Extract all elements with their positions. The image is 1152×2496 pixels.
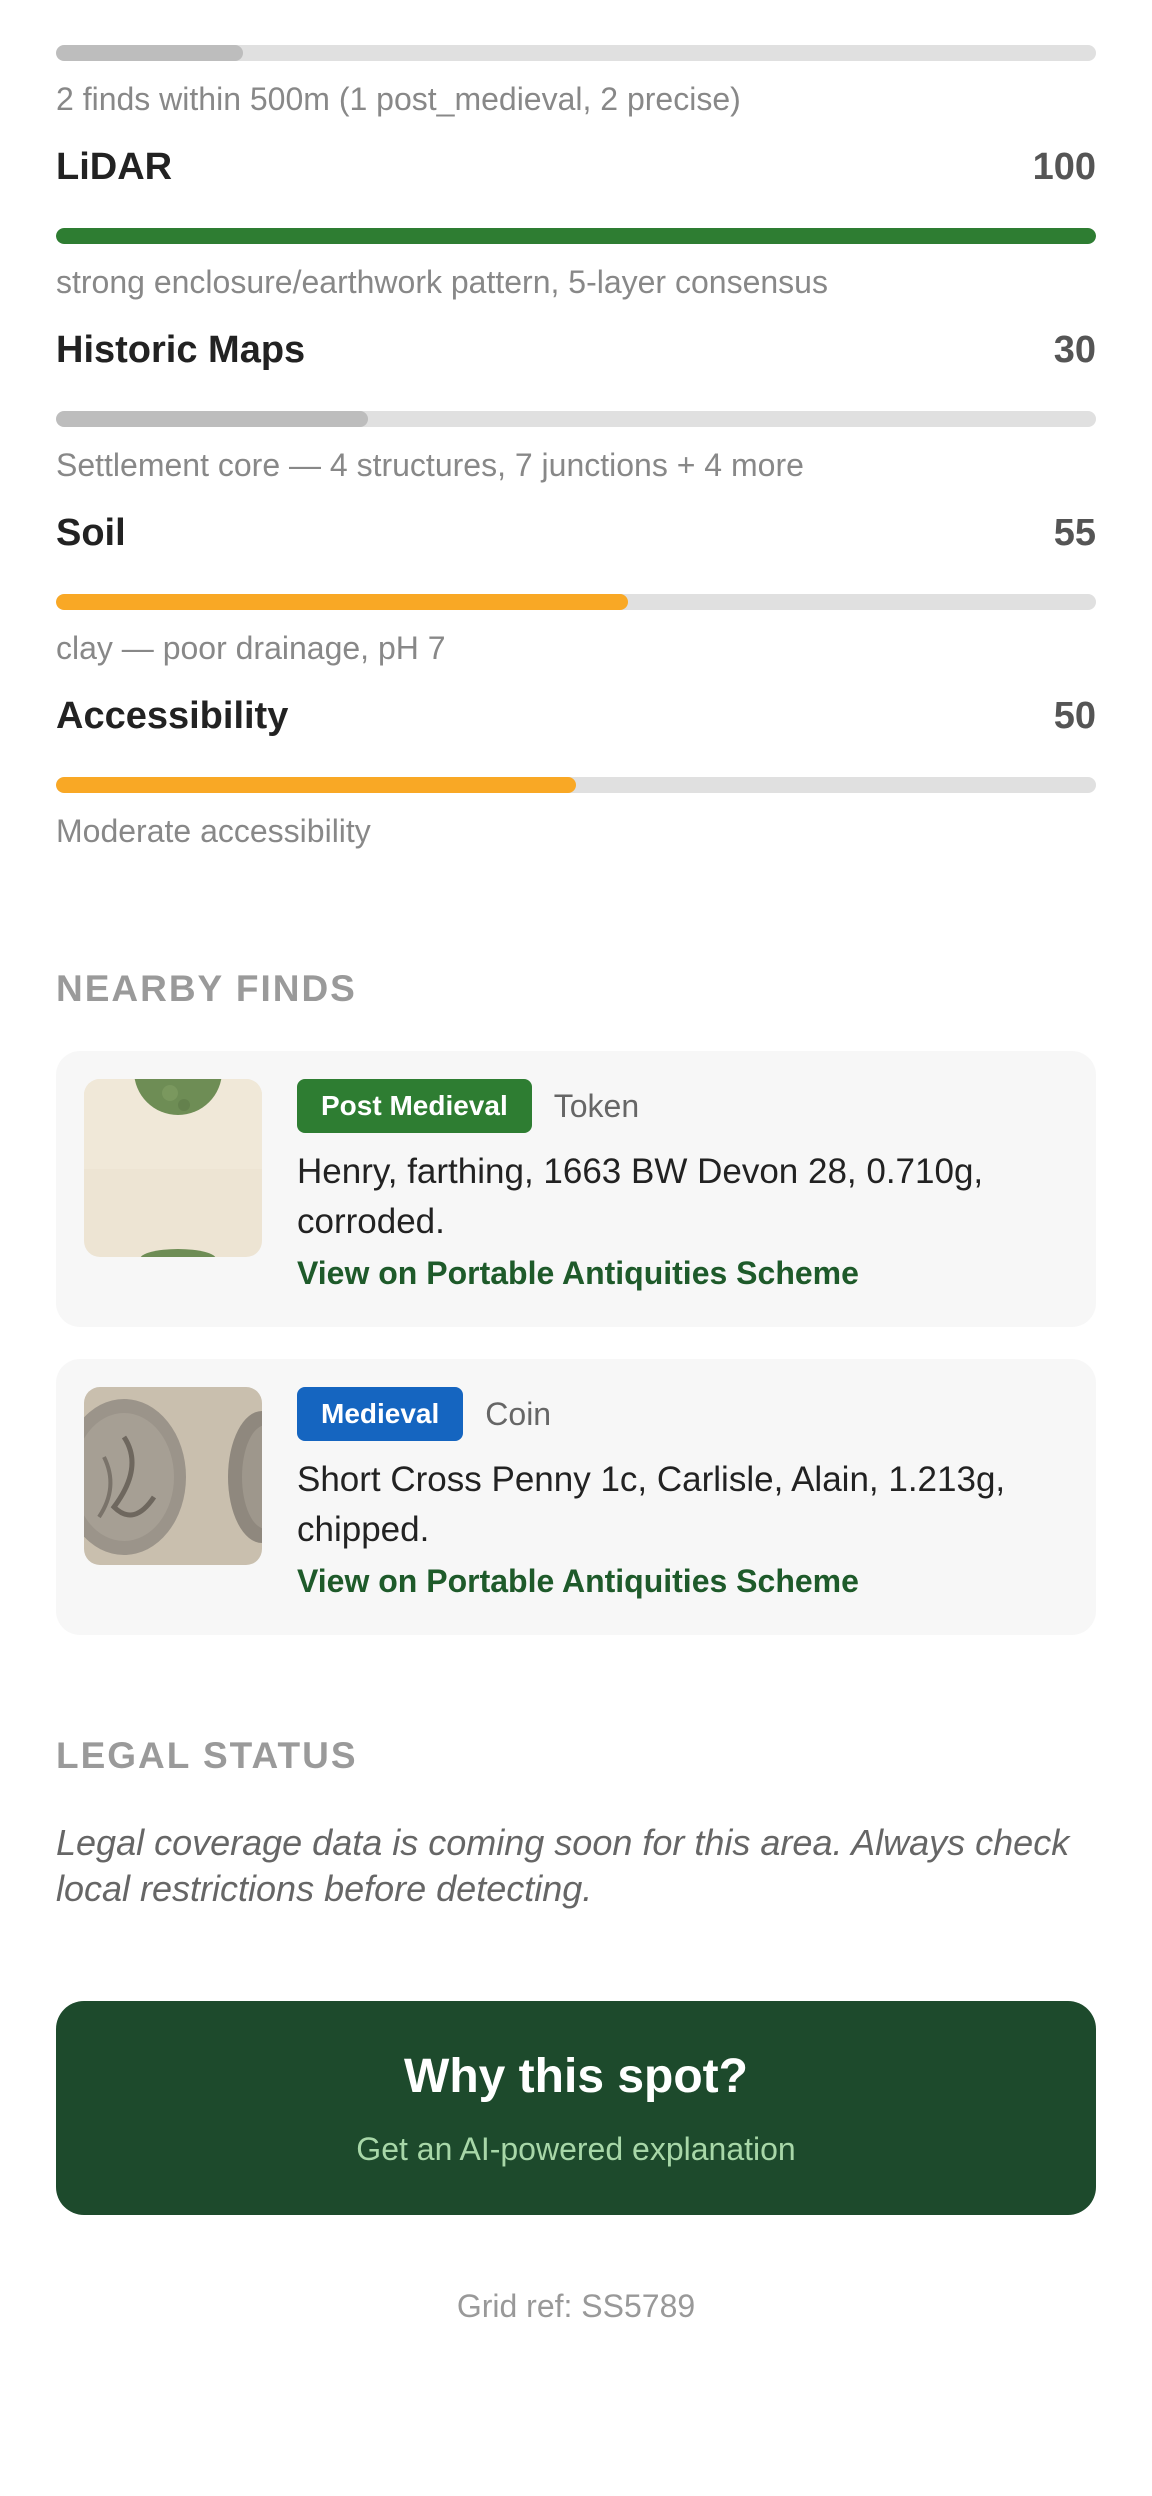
score-label: LiDAR	[56, 146, 173, 188]
find-description: Short Cross Penny 1c, Carlisle, Alain, 1…	[297, 1460, 1006, 1549]
find-card: Medieval Coin Short Cross Penny 1c, Carli…	[56, 1359, 1096, 1635]
find-thumbnail-token[interactable]	[84, 1079, 262, 1257]
find-details: Medieval Coin Short Cross Penny 1c, Carli…	[297, 1387, 1056, 1600]
score-header: Historic Maps 30	[56, 329, 1096, 377]
find-card: Post Medieval Token Henry, farthing, 1663…	[56, 1051, 1096, 1327]
score-description: strong enclosure/earthwork pattern, 5-la…	[56, 264, 828, 300]
score-description: Moderate accessibility	[56, 813, 371, 849]
score-description: Settlement core — 4 structures, 7 juncti…	[56, 447, 804, 483]
period-badge: Medieval	[297, 1387, 464, 1441]
score-bar-fill	[56, 411, 368, 427]
score-header: LiDAR 100	[56, 146, 1096, 194]
score-bar-track	[56, 45, 1096, 61]
score-label: Accessibility	[56, 695, 289, 737]
cta-title: Why this spot?	[404, 2050, 748, 2103]
score-bar-fill	[56, 594, 628, 610]
legal-status-text: Legal coverage data is coming soon for t…	[56, 1822, 1070, 1909]
grid-reference: Grid ref: SS5789	[456, 2288, 696, 2324]
find-type: Coin	[485, 1395, 552, 1432]
score-bar-fill	[56, 228, 1096, 244]
legal-status-title: LEGAL STATUS	[56, 1735, 358, 1776]
find-type: Token	[553, 1087, 640, 1124]
nearby-finds-title: NEARBY FINDS	[56, 968, 357, 1009]
pas-link[interactable]: View on Portable Antiquities Scheme	[297, 1563, 1056, 1600]
period-badge: Post Medieval	[297, 1079, 532, 1133]
score-bar-fill	[56, 45, 244, 61]
score-bar-track	[56, 777, 1096, 793]
find-thumbnail-coin[interactable]	[84, 1387, 262, 1565]
score-value: 55	[1053, 512, 1096, 554]
score-list: PAS Finds 18 2 finds within 500m (1 post_m…	[56, 0, 1096, 878]
score-value: 30	[1053, 329, 1096, 371]
score-row: Soil 55 clay — poor drainage, pH 7	[56, 512, 1096, 695]
score-value: 100	[1032, 146, 1096, 188]
cta-subtitle: Get an AI-powered explanation	[356, 2131, 796, 2167]
pas-link[interactable]: View on Portable Antiquities Scheme	[297, 1255, 1056, 1292]
score-row: LiDAR 100 strong enclosure/earthwork patte…	[56, 146, 1096, 329]
score-row: PAS Finds 18 2 finds within 500m (1 post_m…	[56, 0, 1096, 146]
score-value: 18	[1054, 0, 1096, 6]
why-this-spot-button[interactable]: Why this spot? Get an AI-powered explana…	[56, 2001, 1096, 2215]
score-bar-track	[56, 228, 1096, 244]
score-label: Soil	[56, 512, 126, 554]
score-label: PAS Finds	[56, 0, 243, 6]
score-header: Accessibility 50	[56, 695, 1096, 743]
find-description: Henry, farthing, 1663 BW Devon 28, 0.710…	[297, 1152, 984, 1241]
score-row: Accessibility 50 Moderate accessibility	[56, 695, 1096, 878]
score-row: Historic Maps 30 Settlement core — 4 struc…	[56, 329, 1096, 512]
find-details: Post Medieval Token Henry, farthing, 1663…	[297, 1079, 1056, 1292]
score-header: PAS Finds 18	[56, 0, 1096, 11]
score-bar-track	[56, 594, 1096, 610]
score-description: clay — poor drainage, pH 7	[56, 630, 446, 666]
score-label: Historic Maps	[56, 329, 306, 371]
score-header: Soil 55	[56, 512, 1096, 560]
score-bar-track	[56, 411, 1096, 427]
score-bar-fill	[56, 777, 576, 793]
score-description: 2 finds within 500m (1 post_medieval, 2 …	[56, 81, 741, 117]
score-value: 50	[1053, 695, 1096, 737]
